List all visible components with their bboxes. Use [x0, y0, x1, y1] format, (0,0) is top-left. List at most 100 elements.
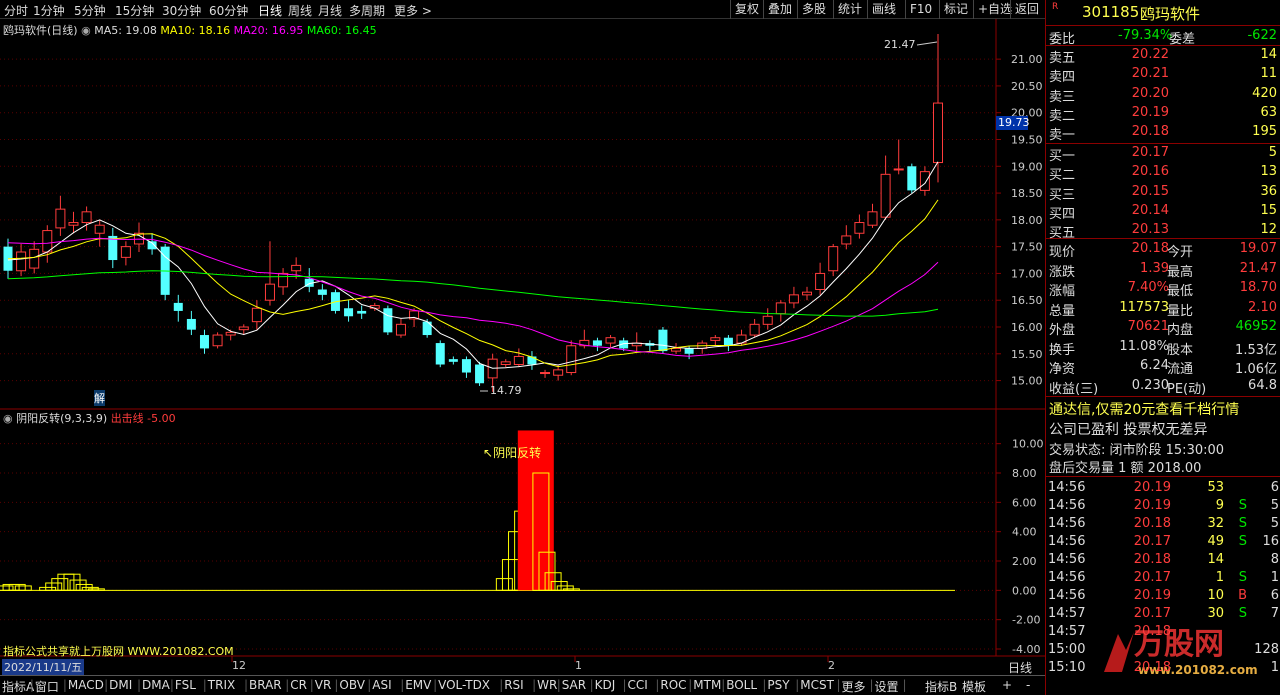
buy-row: 买一 20.17 5: [1049, 145, 1277, 164]
indicator-tab-vr[interactable]: VR: [315, 678, 332, 692]
candle-body: [788, 294, 799, 304]
tabbar-right-0[interactable]: 指标B: [925, 678, 957, 695]
period-fenshi[interactable]: 分时: [4, 2, 28, 19]
weicha-value: -622: [1247, 28, 1277, 43]
tabbar-right-3[interactable]: -: [1026, 678, 1030, 692]
indicator-tab-fsl[interactable]: FSL: [175, 678, 196, 692]
period-60min[interactable]: 60分钟: [209, 2, 248, 19]
candle-body: [357, 310, 367, 314]
indicator-tab-更多[interactable]: 更多: [842, 678, 866, 695]
indicator-tab-cr[interactable]: CR: [290, 678, 307, 692]
price-tick: 20.50: [1011, 80, 1043, 93]
indicator-tab-trix[interactable]: TRIX: [208, 678, 235, 692]
indicator-tab-roc[interactable]: ROC: [660, 678, 686, 692]
candle-body: [592, 340, 602, 346]
period-30min[interactable]: 30分钟: [162, 2, 201, 19]
draw-button[interactable]: 画线: [867, 0, 900, 19]
indicator-tab-cci[interactable]: CCI: [628, 678, 648, 692]
indicator-tab-macd[interactable]: MACD: [68, 678, 104, 692]
price-tick: 19.00: [1011, 160, 1043, 173]
candle-body: [919, 171, 930, 191]
quote-row: 涨幅 7.40% 最低 18.70: [1049, 280, 1277, 299]
indicator-bar: [14, 585, 32, 591]
stock-header: R 301185 鸥玛软件: [1046, 2, 1280, 23]
indicator-tab-brar[interactable]: BRAR: [249, 678, 282, 692]
f10-button[interactable]: F10: [905, 0, 936, 19]
period-1min[interactable]: 1分钟: [33, 2, 65, 19]
back-button[interactable]: 返回: [1010, 0, 1043, 19]
indicator-tab-sar[interactable]: SAR: [562, 678, 586, 692]
sell-row: 卖四 20.21 11: [1049, 66, 1277, 86]
settings-icon[interactable]: ◉: [3, 412, 13, 425]
candle-body: [867, 211, 878, 226]
quote-row: 收益(三) 0.230 PE(动) 64.8: [1049, 377, 1277, 397]
mark-button[interactable]: 标记: [939, 0, 972, 19]
candle-body: [775, 302, 786, 315]
period-monthly[interactable]: 月线: [318, 2, 342, 19]
indicator-title: 阴阳反转(9,3,3,9): [16, 412, 108, 425]
period-multi[interactable]: 多周期: [349, 2, 385, 19]
indicator-tab-dmi[interactable]: DMI: [109, 678, 132, 692]
indicator-bar: [51, 578, 69, 591]
price-tick: 15.50: [1011, 348, 1043, 361]
fuquan-button[interactable]: 复权: [730, 0, 763, 19]
indicator-tab-psy[interactable]: PSY: [767, 678, 789, 692]
kline-chart[interactable]: 21.0020.5020.0019.5019.0018.5018.0017.50…: [0, 19, 1045, 675]
period-indicator[interactable]: 日线: [1008, 659, 1032, 676]
date-label-dec: 12: [232, 659, 246, 672]
candle-body: [605, 337, 616, 344]
tabbar-right-2[interactable]: +: [1002, 678, 1012, 692]
indicator-tab-wr[interactable]: WR: [537, 678, 557, 692]
indicator-tick: 0.00: [1012, 584, 1037, 597]
candle-body: [383, 308, 393, 333]
quote-row: 换手 11.08% 股本 1.53亿: [1049, 338, 1277, 358]
period-more[interactable]: 更多 >: [394, 2, 432, 19]
main-legend: 鸥玛软件(日线) ◉ MA5: 19.08 MA10: 18.16 MA20: …: [3, 24, 377, 37]
indicator-tab-mcst[interactable]: MCST: [800, 678, 834, 692]
candle-body: [566, 345, 577, 374]
indicator-tick: 4.00: [1012, 526, 1037, 539]
sell-row: 卖三 20.20 420: [1049, 85, 1277, 105]
quote-row: 外盘 70621 内盘 46952: [1049, 319, 1277, 338]
overlay-button[interactable]: 叠加: [763, 0, 796, 19]
indicator-tab-emv[interactable]: EMV: [405, 678, 431, 692]
quote-row: 净资 6.24 流通 1.06亿: [1049, 358, 1277, 377]
multi-stock-button[interactable]: 多股: [797, 0, 830, 19]
indicator-tab-vol-tdx[interactable]: VOL-TDX: [438, 678, 490, 692]
indicator-bar: [2, 583, 20, 591]
indicator-tab-mtm[interactable]: MTM: [693, 678, 721, 692]
indicator-tab-设置[interactable]: 设置: [875, 678, 899, 695]
indicator-tick: 10.00: [1012, 438, 1044, 451]
period-5min[interactable]: 5分钟: [74, 2, 106, 19]
indicator-tab-dma[interactable]: DMA: [142, 678, 170, 692]
stats-button[interactable]: 统计: [833, 0, 866, 19]
indicator-bar: [87, 588, 105, 591]
tick-row: 15:00 128: [1048, 642, 1279, 657]
tabbar-right-1[interactable]: 模板: [962, 678, 986, 695]
weibi-value: -79.34%: [1118, 28, 1173, 43]
period-weekly[interactable]: 周线: [288, 2, 312, 19]
indicator-tab-obv[interactable]: OBV: [339, 678, 365, 692]
ad-link-2[interactable]: 公司已盈利 投票权无差异: [1046, 418, 1280, 438]
low-annotation: 14.79: [490, 384, 522, 397]
ad-link-1[interactable]: 通达信,仅需20元查看千档行情: [1046, 398, 1280, 418]
candle-body: [893, 168, 904, 171]
tick-row: 15:10 20.18 1: [1048, 660, 1279, 675]
indicator-tab-asi[interactable]: ASI: [372, 678, 391, 692]
tick-row: 14:57 20.18: [1048, 624, 1171, 639]
period-15min[interactable]: 15分钟: [115, 2, 154, 19]
indicator-tab-kdj[interactable]: KDJ: [595, 678, 616, 692]
jie-badge[interactable]: 解: [94, 390, 105, 406]
period-daily[interactable]: 日线: [258, 2, 282, 19]
buy-row: 买二 20.16 13: [1049, 164, 1277, 184]
indicator-tab-rsi[interactable]: RSI: [504, 678, 524, 692]
candle-body: [933, 102, 943, 164]
ma5-label: MA5: 19.08: [94, 24, 157, 37]
indicator-tab-窗口[interactable]: 窗口: [35, 678, 59, 695]
candle-body: [120, 246, 131, 258]
candle-body: [749, 323, 760, 336]
indicator-tab-boll[interactable]: BOLL: [726, 678, 757, 692]
candle-body: [553, 369, 564, 376]
signal-line-label: 出击线 -5.00: [110, 412, 176, 425]
indicator-bar: [8, 583, 26, 591]
